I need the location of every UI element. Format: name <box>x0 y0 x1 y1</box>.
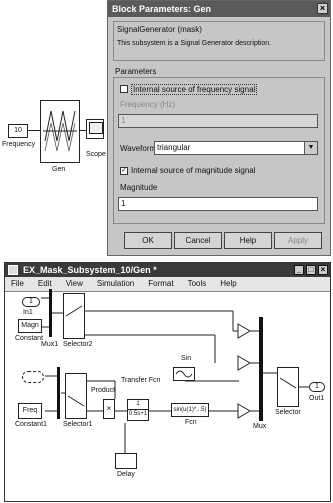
model-window: EX_Mask_Subsystem_10/Gen * _ □ × File Ed… <box>4 262 331 502</box>
selector1-label: Selector1 <box>63 421 93 428</box>
selector1-block[interactable] <box>65 373 87 419</box>
sin-block[interactable] <box>173 367 195 381</box>
frequency-field[interactable]: 1 <box>118 114 318 128</box>
ext-magnitude-checkbox[interactable]: ✓ <box>120 167 128 175</box>
close-icon[interactable]: × <box>317 3 328 14</box>
ok-button[interactable]: OK <box>124 232 172 249</box>
dialog-titlebar[interactable]: Block Parameters: Gen × <box>108 1 330 17</box>
frequency-field-label: Frequency (Hz) <box>120 100 176 109</box>
gen-label: Gen <box>52 166 66 173</box>
selector2-block[interactable] <box>63 293 85 339</box>
switch-icon <box>279 377 297 389</box>
dialog-title: Block Parameters: Gen <box>112 4 212 14</box>
magn-constant-block[interactable]: Magn <box>18 319 42 333</box>
block-parameters-dialog: Block Parameters: Gen × SignalGenerator … <box>107 0 331 256</box>
in1-label: In1 <box>23 309 33 316</box>
freq-label: Freq <box>22 407 38 414</box>
inport-dashed[interactable] <box>22 371 44 383</box>
ext-frequency-checkbox[interactable] <box>120 85 128 93</box>
outport-out1[interactable]: 1 <box>309 382 325 392</box>
parameters-label: Parameters <box>115 67 157 76</box>
fcn-expression: sin(u(1)*...5) <box>173 407 207 413</box>
gen-waveform-icon <box>43 110 77 152</box>
tf-denominator: 0.5s+1 <box>128 411 148 417</box>
waveform-label: Waveform <box>120 144 157 153</box>
delay-block[interactable] <box>115 453 137 469</box>
gain-2-icon[interactable] <box>237 355 251 371</box>
selector2-label: Selector2 <box>63 341 93 348</box>
frequency-to-gen-line <box>28 130 40 131</box>
product-block[interactable]: × <box>103 399 115 419</box>
switch-icon <box>67 395 85 407</box>
scope-block[interactable] <box>86 119 104 139</box>
help-button[interactable]: Help <box>224 232 272 249</box>
mux1-block[interactable] <box>49 289 52 337</box>
tf-numerator: 1 <box>128 400 148 410</box>
fcn-label: Fcn <box>185 419 197 426</box>
frequency-constant-block[interactable]: 10 <box>8 124 28 138</box>
mux-block[interactable] <box>259 317 263 421</box>
product-label: Product <box>91 387 116 394</box>
mux1-label: Mux1 <box>41 341 59 348</box>
mask-description: This subsystem is a Signal Generator des… <box>117 40 272 47</box>
frequency-label: Frequency <box>2 141 36 148</box>
mux-label: Mux <box>253 423 267 430</box>
switch-icon <box>65 305 83 317</box>
scope-label: Scope <box>86 151 106 158</box>
freq-constant-block[interactable]: Freq <box>18 403 42 419</box>
sine-wave-icon <box>175 370 193 378</box>
gain-3-icon[interactable] <box>237 403 251 419</box>
delay-label: Delay <box>117 471 135 478</box>
waveform-select[interactable]: triangular ▼ <box>154 141 318 155</box>
selector-block[interactable] <box>277 367 299 407</box>
out1-number: 1 <box>315 383 319 390</box>
cancel-button[interactable]: Cancel <box>174 232 222 249</box>
magn-label: Magn <box>21 322 39 329</box>
ext-magnitude-label: Internal source of magnitude signal <box>131 166 256 175</box>
transfer-fcn-block[interactable]: 1 0.5s+1 <box>127 399 149 421</box>
inport-in1[interactable]: 1 <box>22 297 40 307</box>
gen-subsystem-block[interactable] <box>40 100 80 163</box>
mask-title: SignalGenerator (mask) <box>117 25 202 34</box>
waveform-selected-value: triangular <box>157 143 191 152</box>
out1-label: Out1 <box>309 395 325 402</box>
magnitude-label: Magnitude <box>120 183 158 192</box>
scope-screen-icon <box>89 122 103 134</box>
gain-1-icon[interactable] <box>237 323 251 339</box>
selector-label: Selector <box>275 409 301 416</box>
mux-bar-2[interactable] <box>57 367 60 419</box>
magnitude-field[interactable]: 1 <box>118 197 318 211</box>
constant-label: Constant <box>15 335 44 342</box>
chevron-down-icon[interactable]: ▼ <box>304 142 317 154</box>
fcn-block[interactable]: sin(u(1)*...5) <box>171 403 209 417</box>
transfer-fcn-label: Transfer Fcn <box>121 377 161 384</box>
in1-number: 1 <box>29 298 33 305</box>
constant1-label: Constant1 <box>15 421 47 428</box>
mask-group: SignalGenerator (mask) This subsystem is… <box>113 21 325 61</box>
frequency-constant-value: 10 <box>14 127 22 134</box>
ext-frequency-label: Internal source of frequency signal <box>131 84 258 95</box>
apply-button[interactable]: Apply <box>274 232 322 249</box>
sin-label: Sin <box>181 355 192 362</box>
